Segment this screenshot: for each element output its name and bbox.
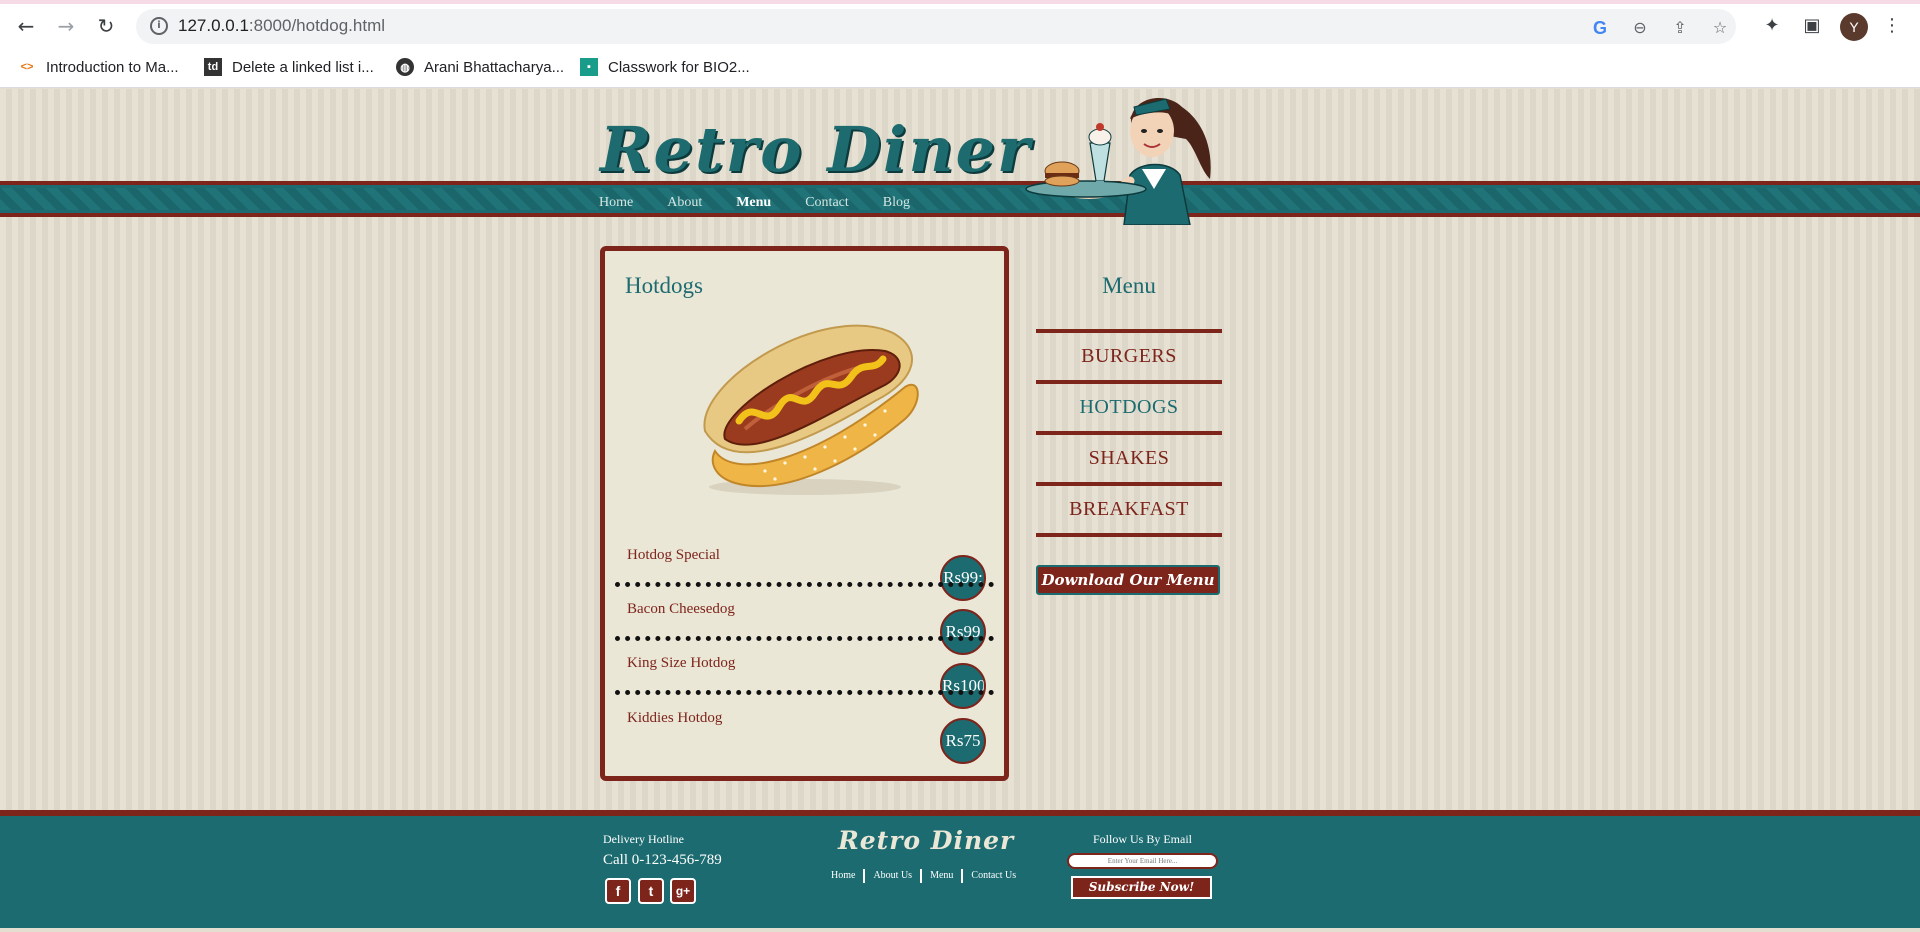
- address-bar[interactable]: i 127.0.0.1:8000/hotdog.html G ⊖ ⇪ ☆: [136, 9, 1736, 44]
- menu-item-row[interactable]: Bacon Cheesedog Rs99: [605, 601, 1004, 655]
- bookmark-item[interactable]: <> Introduction to Ma...: [18, 58, 179, 76]
- footer-links: Home About Us Menu Contact Us: [823, 869, 1024, 883]
- browser-toolbar: ← → ↻ i 127.0.0.1:8000/hotdog.html G ⊖ ⇪…: [0, 0, 1920, 52]
- footer-link-about[interactable]: About Us: [865, 869, 923, 883]
- menu-item-row[interactable]: Kiddies Hotdog Rs75: [605, 710, 1004, 764]
- google-colab-icon: <>: [20, 61, 34, 73]
- bookmark-label: Arani Bhattacharya...: [424, 58, 565, 76]
- dotted-divider: [615, 582, 994, 587]
- nav-contact[interactable]: Contact: [805, 195, 849, 211]
- menu-item-name: Hotdog Special: [627, 547, 720, 563]
- classroom-icon: ▪: [580, 58, 598, 76]
- bookmarks-bar: <> Introduction to Ma... td Delete a lin…: [0, 52, 1920, 88]
- menu-item-price: Rs75: [940, 718, 986, 764]
- share-icon[interactable]: ⇪: [1670, 18, 1690, 38]
- site-info-icon[interactable]: i: [150, 17, 168, 35]
- bookmark-item[interactable]: td Delete a linked list i...: [204, 58, 374, 76]
- menu-item-price: Rs99: [940, 609, 986, 655]
- site-logo[interactable]: Retro Diner: [600, 113, 1032, 186]
- bookmark-label: Delete a linked list i...: [232, 58, 374, 76]
- footer-logo[interactable]: Retro Diner: [838, 826, 1014, 855]
- profile-avatar[interactable]: Y: [1840, 13, 1868, 41]
- nav-home[interactable]: Home: [599, 195, 633, 211]
- footer-link-contact[interactable]: Contact Us: [963, 869, 1024, 883]
- panel-title: Hotdogs: [625, 273, 703, 298]
- kebab-menu-icon[interactable]: ⋮: [1880, 14, 1904, 38]
- menu-item-name: Kiddies Hotdog: [627, 710, 723, 726]
- hotline-label: Delivery Hotline: [603, 832, 684, 846]
- dotted-divider: [615, 690, 994, 695]
- footer-link-menu[interactable]: Menu: [922, 869, 964, 883]
- twitter-icon[interactable]: t: [638, 878, 664, 904]
- sidebar-item-hotdogs[interactable]: HOTDOGS: [1036, 384, 1222, 431]
- bookmark-label: Introduction to Ma...: [46, 58, 179, 76]
- globe-icon: ◍: [396, 58, 414, 76]
- email-input[interactable]: Enter Your Email Here...: [1067, 853, 1218, 869]
- td-icon: td: [204, 58, 222, 76]
- google-lens-icon[interactable]: G: [1590, 18, 1610, 38]
- nav-about[interactable]: About: [667, 195, 702, 211]
- sidebar-title: Menu: [1102, 273, 1156, 298]
- extensions-icon[interactable]: ✦: [1760, 14, 1784, 38]
- footer: Delivery Hotline Call 0-123-456-789 f t …: [0, 810, 1920, 932]
- back-icon[interactable]: ←: [12, 12, 40, 40]
- tab-strip: [0, 0, 1920, 4]
- hotdogs-panel: Hotdogs Hotdog Special Rs99; Bacon Chees…: [600, 246, 1009, 781]
- follow-label: Follow Us By Email: [1093, 832, 1193, 846]
- nav-blog[interactable]: Blog: [883, 195, 910, 211]
- hotdog-image: [703, 324, 919, 495]
- sidebar-item-burgers[interactable]: BURGERS: [1036, 333, 1222, 380]
- sidebar-menu: BURGERS HOTDOGS SHAKES BREAKFAST: [1036, 329, 1222, 537]
- bookmark-star-icon[interactable]: ☆: [1710, 18, 1730, 38]
- bookmark-item[interactable]: ◍ Arani Bhattacharya...: [396, 58, 564, 76]
- google-plus-icon[interactable]: g+: [670, 878, 696, 904]
- reload-icon[interactable]: ↻: [92, 12, 120, 40]
- footer-link-home[interactable]: Home: [823, 869, 866, 883]
- bookmark-label: Classwork for BIO2...: [608, 58, 750, 76]
- sidebar-item-shakes[interactable]: SHAKES: [1036, 435, 1222, 482]
- menu-item-price: Rs99;: [940, 555, 986, 601]
- sidebar-item-breakfast[interactable]: BREAKFAST: [1036, 486, 1222, 533]
- menu-item-price: Rs100: [940, 663, 986, 709]
- nav-menu[interactable]: Menu: [736, 195, 771, 211]
- url-text[interactable]: 127.0.0.1:8000/hotdog.html: [178, 16, 385, 36]
- bookmark-item[interactable]: ▪ Classwork for BIO2...: [580, 58, 750, 76]
- menu-item-name: King Size Hotdog: [627, 655, 736, 671]
- nav-band: [0, 181, 1920, 217]
- hotline-number: Call 0-123-456-789: [603, 852, 722, 868]
- menu-item-row[interactable]: Hotdog Special Rs99;: [605, 547, 1004, 601]
- waitress-illustration: [1025, 98, 1211, 225]
- dotted-divider: [615, 636, 994, 641]
- zoom-icon[interactable]: ⊖: [1630, 18, 1650, 38]
- menu-item-name: Bacon Cheesedog: [627, 601, 735, 617]
- download-menu-button[interactable]: Download Our Menu: [1036, 565, 1220, 595]
- facebook-icon[interactable]: f: [605, 878, 631, 904]
- main-nav: Home About Menu Contact Blog: [599, 195, 944, 211]
- side-panel-icon[interactable]: ▣: [1800, 14, 1824, 38]
- forward-icon[interactable]: →: [52, 12, 80, 40]
- menu-item-row[interactable]: King Size Hotdog Rs100: [605, 655, 1004, 709]
- page-body: Retro Diner Home About Menu Contact Blog: [0, 89, 1920, 932]
- subscribe-button[interactable]: Subscribe Now!: [1071, 876, 1212, 899]
